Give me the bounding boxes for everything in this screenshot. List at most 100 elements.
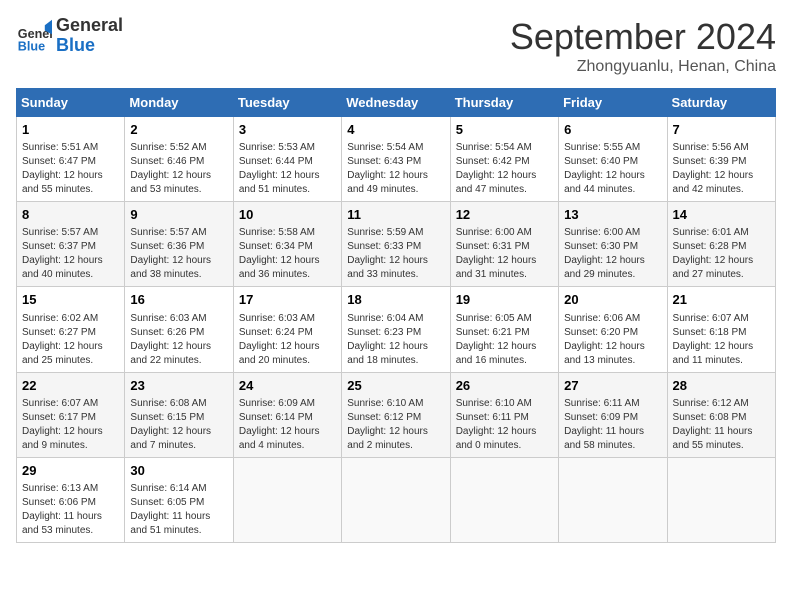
day-number: 20	[564, 291, 661, 309]
day-info: Sunrise: 6:01 AM Sunset: 6:28 PM Dayligh…	[673, 226, 770, 282]
day-number: 29	[22, 462, 119, 480]
calendar-cell	[233, 457, 341, 542]
calendar-cell: 4 Sunrise: 5:54 AM Sunset: 6:43 PM Daylig…	[342, 117, 450, 202]
calendar-cell: 15Sunrise: 6:02 AM Sunset: 6:27 PM Dayli…	[17, 287, 125, 372]
day-info: Sunrise: 5:52 AM Sunset: 6:46 PM Dayligh…	[130, 141, 227, 197]
day-info: Sunrise: 6:03 AM Sunset: 6:24 PM Dayligh…	[239, 312, 336, 368]
day-number: 6	[564, 121, 661, 139]
calendar-cell: 21 Sunrise: 6:07 AM Sunset: 6:18 PM Dayli…	[667, 287, 775, 372]
day-number: 16	[130, 291, 227, 309]
day-info: Sunrise: 5:54 AM Sunset: 6:42 PM Dayligh…	[456, 141, 553, 197]
calendar-cell: 2 Sunrise: 5:52 AM Sunset: 6:46 PM Daylig…	[125, 117, 233, 202]
day-info: Sunrise: 5:56 AM Sunset: 6:39 PM Dayligh…	[673, 141, 770, 197]
calendar-cell	[450, 457, 558, 542]
day-number: 25	[347, 377, 444, 395]
day-info: Sunrise: 6:08 AM Sunset: 6:15 PM Dayligh…	[130, 397, 227, 453]
day-number: 9	[130, 206, 227, 224]
weekday-header: Friday	[559, 89, 667, 117]
svg-text:Blue: Blue	[18, 39, 45, 53]
calendar-cell: 10Sunrise: 5:58 AM Sunset: 6:34 PM Dayli…	[233, 202, 341, 287]
day-number: 13	[564, 206, 661, 224]
day-info: Sunrise: 6:03 AM Sunset: 6:26 PM Dayligh…	[130, 312, 227, 368]
day-number: 2	[130, 121, 227, 139]
calendar-cell: 3Sunrise: 5:53 AM Sunset: 6:44 PM Daylig…	[233, 117, 341, 202]
day-number: 23	[130, 377, 227, 395]
day-number: 30	[130, 462, 227, 480]
day-number: 21	[673, 291, 770, 309]
calendar-cell: 18 Sunrise: 6:04 AM Sunset: 6:23 PM Dayli…	[342, 287, 450, 372]
calendar-cell: 19 Sunrise: 6:05 AM Sunset: 6:21 PM Dayli…	[450, 287, 558, 372]
weekday-header: Monday	[125, 89, 233, 117]
calendar-week-row: 8Sunrise: 5:57 AM Sunset: 6:37 PM Daylig…	[17, 202, 776, 287]
day-info: Sunrise: 6:10 AM Sunset: 6:11 PM Dayligh…	[456, 397, 553, 453]
calendar-cell: 25Sunrise: 6:10 AM Sunset: 6:12 PM Dayli…	[342, 372, 450, 457]
day-info: Sunrise: 6:09 AM Sunset: 6:14 PM Dayligh…	[239, 397, 336, 453]
calendar-cell: 28Sunrise: 6:12 AM Sunset: 6:08 PM Dayli…	[667, 372, 775, 457]
weekday-header: Saturday	[667, 89, 775, 117]
day-number: 19	[456, 291, 553, 309]
day-number: 1	[22, 121, 119, 139]
day-info: Sunrise: 6:00 AM Sunset: 6:30 PM Dayligh…	[564, 226, 661, 282]
calendar-week-row: 15Sunrise: 6:02 AM Sunset: 6:27 PM Dayli…	[17, 287, 776, 372]
weekday-header: Sunday	[17, 89, 125, 117]
calendar-cell: 23 Sunrise: 6:08 AM Sunset: 6:15 PM Dayli…	[125, 372, 233, 457]
title-area: September 2024 Zhongyuanlu, Henan, China	[510, 16, 776, 76]
day-info: Sunrise: 6:07 AM Sunset: 6:18 PM Dayligh…	[673, 312, 770, 368]
day-info: Sunrise: 5:59 AM Sunset: 6:33 PM Dayligh…	[347, 226, 444, 282]
day-number: 12	[456, 206, 553, 224]
calendar-cell: 8Sunrise: 5:57 AM Sunset: 6:37 PM Daylig…	[17, 202, 125, 287]
logo: General Blue General Blue	[16, 16, 123, 56]
calendar-cell: 27Sunrise: 6:11 AM Sunset: 6:09 PM Dayli…	[559, 372, 667, 457]
calendar-cell: 30Sunrise: 6:14 AM Sunset: 6:05 PM Dayli…	[125, 457, 233, 542]
calendar-cell: 9 Sunrise: 5:57 AM Sunset: 6:36 PM Daylig…	[125, 202, 233, 287]
logo-icon: General Blue	[16, 18, 52, 54]
day-number: 18	[347, 291, 444, 309]
day-number: 26	[456, 377, 553, 395]
calendar-cell: 24 Sunrise: 6:09 AM Sunset: 6:14 PM Dayli…	[233, 372, 341, 457]
day-number: 22	[22, 377, 119, 395]
calendar-table: SundayMondayTuesdayWednesdayThursdayFrid…	[16, 88, 776, 543]
calendar-cell: 5 Sunrise: 5:54 AM Sunset: 6:42 PM Daylig…	[450, 117, 558, 202]
day-info: Sunrise: 6:04 AM Sunset: 6:23 PM Dayligh…	[347, 312, 444, 368]
calendar-body: 1Sunrise: 5:51 AM Sunset: 6:47 PM Daylig…	[17, 117, 776, 543]
day-info: Sunrise: 6:06 AM Sunset: 6:20 PM Dayligh…	[564, 312, 661, 368]
calendar-cell: 16 Sunrise: 6:03 AM Sunset: 6:26 PM Dayli…	[125, 287, 233, 372]
logo-text: General Blue	[56, 16, 123, 56]
calendar-cell: 17Sunrise: 6:03 AM Sunset: 6:24 PM Dayli…	[233, 287, 341, 372]
day-number: 5	[456, 121, 553, 139]
calendar-cell	[559, 457, 667, 542]
calendar-week-row: 29Sunrise: 6:13 AM Sunset: 6:06 PM Dayli…	[17, 457, 776, 542]
calendar-cell: 6 Sunrise: 5:55 AM Sunset: 6:40 PM Daylig…	[559, 117, 667, 202]
calendar-cell: 22Sunrise: 6:07 AM Sunset: 6:17 PM Dayli…	[17, 372, 125, 457]
page-header: General Blue General Blue September 2024…	[16, 16, 776, 76]
day-info: Sunrise: 6:05 AM Sunset: 6:21 PM Dayligh…	[456, 312, 553, 368]
calendar-cell: 1Sunrise: 5:51 AM Sunset: 6:47 PM Daylig…	[17, 117, 125, 202]
day-info: Sunrise: 5:58 AM Sunset: 6:34 PM Dayligh…	[239, 226, 336, 282]
month-title: September 2024	[510, 16, 776, 58]
calendar-cell: 13 Sunrise: 6:00 AM Sunset: 6:30 PM Dayli…	[559, 202, 667, 287]
weekday-header: Thursday	[450, 89, 558, 117]
day-info: Sunrise: 6:00 AM Sunset: 6:31 PM Dayligh…	[456, 226, 553, 282]
day-info: Sunrise: 6:12 AM Sunset: 6:08 PM Dayligh…	[673, 397, 770, 453]
day-number: 3	[239, 121, 336, 139]
calendar-cell: 26 Sunrise: 6:10 AM Sunset: 6:11 PM Dayli…	[450, 372, 558, 457]
calendar-header-row: SundayMondayTuesdayWednesdayThursdayFrid…	[17, 89, 776, 117]
day-info: Sunrise: 5:54 AM Sunset: 6:43 PM Dayligh…	[347, 141, 444, 197]
calendar-cell	[667, 457, 775, 542]
calendar-week-row: 1Sunrise: 5:51 AM Sunset: 6:47 PM Daylig…	[17, 117, 776, 202]
calendar-cell: 7Sunrise: 5:56 AM Sunset: 6:39 PM Daylig…	[667, 117, 775, 202]
day-number: 15	[22, 291, 119, 309]
day-info: Sunrise: 5:57 AM Sunset: 6:37 PM Dayligh…	[22, 226, 119, 282]
calendar-cell: 14Sunrise: 6:01 AM Sunset: 6:28 PM Dayli…	[667, 202, 775, 287]
day-number: 4	[347, 121, 444, 139]
calendar-cell: 29Sunrise: 6:13 AM Sunset: 6:06 PM Dayli…	[17, 457, 125, 542]
day-info: Sunrise: 5:55 AM Sunset: 6:40 PM Dayligh…	[564, 141, 661, 197]
day-info: Sunrise: 5:57 AM Sunset: 6:36 PM Dayligh…	[130, 226, 227, 282]
calendar-cell: 12 Sunrise: 6:00 AM Sunset: 6:31 PM Dayli…	[450, 202, 558, 287]
calendar-week-row: 22Sunrise: 6:07 AM Sunset: 6:17 PM Dayli…	[17, 372, 776, 457]
calendar-cell: 11 Sunrise: 5:59 AM Sunset: 6:33 PM Dayli…	[342, 202, 450, 287]
day-number: 24	[239, 377, 336, 395]
day-number: 11	[347, 206, 444, 224]
calendar-cell	[342, 457, 450, 542]
location-title: Zhongyuanlu, Henan, China	[510, 58, 776, 76]
